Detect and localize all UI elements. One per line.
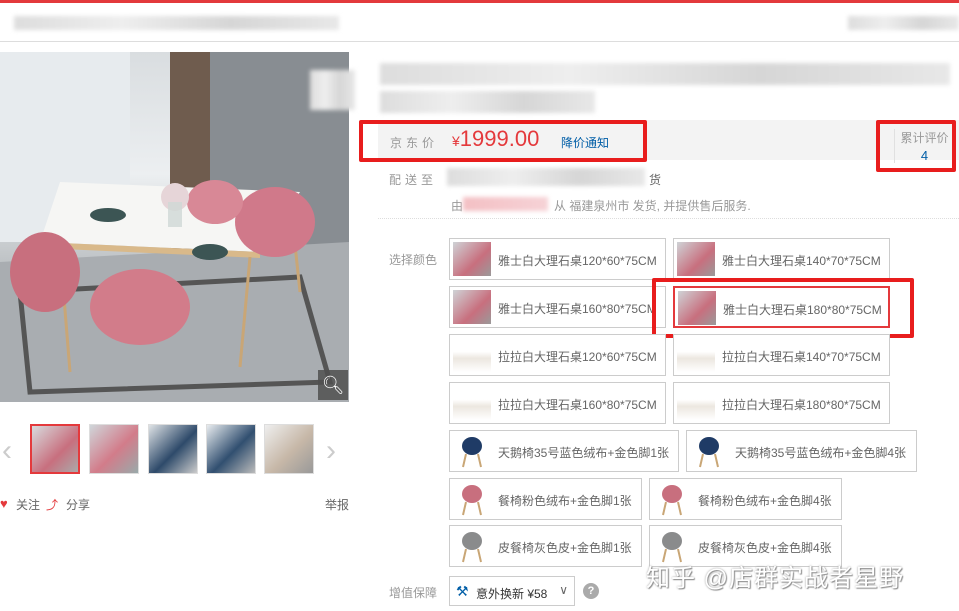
blue-chair-thumb-icon [690,434,728,468]
thumbnail-4[interactable] [206,424,256,474]
color-select-label: 选择颜色 [389,253,438,267]
delivery-label: 配送至 [389,173,438,187]
watermark: 知乎 @店群实战者星野 [646,565,905,592]
blurred-breadcrumb [14,16,339,30]
thumbnail-1[interactable] [30,424,80,474]
white-table-thumb-icon [677,386,715,420]
color-option[interactable]: 餐椅粉色绒布+金色脚1张 [449,478,642,520]
thumbnail-3[interactable] [148,424,198,474]
chevron-down-icon: ∨ [559,583,568,597]
ship-from-prefix: 由 [451,199,464,213]
color-option-label: 雅士白大理石桌160*80*75CM [498,302,657,316]
color-option[interactable]: 拉拉白大理石桌140*70*75CM [673,334,890,376]
blurred-title-fragment [310,70,355,110]
color-option-label: 雅士白大理石桌140*70*75CM [722,254,881,268]
main-product-image[interactable] [0,52,349,402]
next-arrow-icon[interactable]: › [326,436,336,466]
selected-option-highlight-frame [652,278,914,338]
color-option[interactable]: 天鹅椅35号蓝色绒布+金色脚1张 [449,430,679,472]
dining-set-thumb-icon [453,242,491,276]
color-option-label: 拉拉白大理石桌140*70*75CM [722,350,881,364]
gallery-actions: ♥ 关注 ⤴ 分享 举报 [0,496,355,516]
gray-chair-thumb-icon [453,529,491,563]
value-added-label: 增值保障 [389,586,438,600]
color-option-label: 餐椅粉色绒布+金色脚1张 [498,494,632,508]
color-option[interactable]: 皮餐椅灰色皮+金色脚1张 [449,525,642,567]
pink-chair-thumb-icon [653,482,691,516]
color-option-label: 拉拉白大理石桌120*60*75CM [498,350,657,364]
color-option[interactable]: 拉拉白大理石桌120*60*75CM [449,334,666,376]
blurred-product-title-line2 [380,91,595,113]
color-option-label: 雅士白大理石桌120*60*75CM [498,254,657,268]
thumbnail-strip: ‹ › [0,422,355,478]
price-highlight-frame [359,120,647,162]
delivery-suffix: 货 [649,173,662,187]
color-option[interactable]: 拉拉白大理石桌160*80*75CM [449,382,666,424]
white-table-thumb-icon [453,386,491,420]
pink-chair-thumb-icon [453,482,491,516]
heart-icon[interactable]: ♥ [0,496,8,511]
dining-set-thumb-icon [677,242,715,276]
help-icon[interactable]: ? [583,583,599,599]
wrench-icon: ⚒ [456,583,469,599]
prev-arrow-icon[interactable]: ‹ [2,436,12,466]
color-option-label: 天鹅椅35号蓝色绒布+金色脚1张 [498,446,670,460]
report-link[interactable]: 举报 [325,496,349,513]
value-added-service-select[interactable]: ⚒ 意外换新 ¥58 ∨ [449,576,575,606]
ship-from-text: 从 福建泉州市 发货, 并提供售后服务. [554,199,751,213]
color-option[interactable]: 餐椅粉色绒布+金色脚4张 [649,478,842,520]
share-icon[interactable]: ⤴ [46,496,58,513]
thumbnail-2[interactable] [89,424,139,474]
color-option-label: 餐椅粉色绒布+金色脚4张 [698,494,832,508]
review-highlight-frame [876,120,956,172]
blurred-seller-name [463,197,548,211]
color-option-label: 拉拉白大理石桌160*80*75CM [498,398,657,412]
dining-set-thumb-icon [453,290,491,324]
zoom-icon[interactable]: 🔍︎ [318,370,348,400]
color-option[interactable]: 雅士白大理石桌140*70*75CM [673,238,890,280]
color-option[interactable]: 雅士白大理石桌160*80*75CM [449,286,666,328]
follow-link[interactable]: 关注 [16,496,40,513]
color-option[interactable]: 拉拉白大理石桌180*80*75CM [673,382,890,424]
dining-set-illustration [0,52,349,402]
thumbnail-5[interactable] [264,424,314,474]
blue-chair-thumb-icon [453,434,491,468]
blurred-product-title [380,63,950,85]
color-option-label: 天鹅椅35号蓝色绒布+金色脚4张 [735,446,907,460]
blurred-delivery-address [447,168,645,186]
white-table-thumb-icon [677,338,715,372]
blurred-shop-info [848,16,959,30]
section-divider [378,218,959,219]
color-option-label: 皮餐椅灰色皮+金色脚4张 [698,541,832,555]
value-added-service-label: 意外换新 ¥58 [476,587,548,601]
color-option[interactable]: 雅士白大理石桌120*60*75CM [449,238,666,280]
share-link[interactable]: 分享 [66,496,90,513]
color-option[interactable]: 天鹅椅35号蓝色绒布+金色脚4张 [686,430,917,472]
color-option-label: 皮餐椅灰色皮+金色脚1张 [498,541,632,555]
color-option-label: 拉拉白大理石桌180*80*75CM [722,398,881,412]
white-table-thumb-icon [453,338,491,372]
